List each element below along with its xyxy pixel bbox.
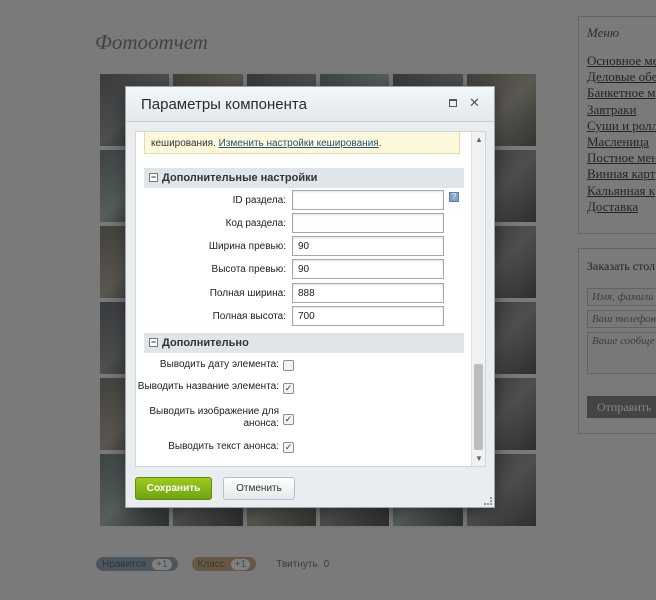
- dialog-footer: Сохранить Отменить: [126, 469, 494, 507]
- scroll-down-icon[interactable]: ▼: [475, 454, 483, 463]
- option-label: Выводить изображение для: [149, 406, 279, 417]
- field-label: Полная ширина:: [209, 288, 286, 299]
- cancel-button[interactable]: Отменить: [223, 477, 295, 500]
- cache-note-period: .: [378, 138, 382, 149]
- section-id-input[interactable]: [292, 190, 444, 210]
- full-height-input[interactable]: 700: [292, 306, 444, 326]
- field-label: ID раздела:: [232, 195, 286, 206]
- field-label: Ширина превью:: [208, 241, 286, 252]
- preview-height-input[interactable]: 90: [292, 259, 444, 279]
- field-label: Полная высота:: [212, 311, 286, 322]
- show-name-checkbox[interactable]: ✓: [283, 383, 294, 394]
- section-additional[interactable]: − Дополнительно: [144, 333, 464, 353]
- help-icon[interactable]: ?: [449, 192, 459, 202]
- close-icon[interactable]: ✕: [469, 95, 480, 111]
- show-date-checkbox[interactable]: [283, 360, 294, 371]
- cache-note-text: кеширования.: [151, 138, 216, 149]
- section-title: Дополнительно: [162, 337, 249, 349]
- collapse-icon[interactable]: −: [149, 338, 158, 347]
- body-scrollbar[interactable]: ▲ ▼: [471, 132, 485, 466]
- field-label: Код раздела:: [225, 218, 286, 229]
- option-label: Выводить дату элемента:: [159, 359, 279, 370]
- collapse-icon[interactable]: −: [149, 173, 158, 182]
- option-label: Выводить текст анонса:: [168, 441, 279, 452]
- dialog-header[interactable]: Параметры компонента ✕: [126, 87, 494, 122]
- show-preview-image-checkbox[interactable]: ✓: [283, 414, 294, 425]
- show-preview-text-checkbox[interactable]: ✓: [283, 442, 294, 453]
- maximize-icon[interactable]: [449, 99, 457, 107]
- section-additional-settings[interactable]: − Дополнительные настройки: [144, 168, 464, 188]
- full-width-input[interactable]: 888: [292, 283, 444, 303]
- section-code-input[interactable]: [292, 213, 444, 233]
- change-cache-settings-link[interactable]: Изменить настройки кеширования: [219, 138, 379, 149]
- scroll-thumb[interactable]: [474, 364, 483, 450]
- dialog-body[interactable]: кеширования. Изменить настройки кеширова…: [135, 131, 486, 467]
- cache-note: кеширования. Изменить настройки кеширова…: [144, 132, 460, 154]
- preview-width-input[interactable]: 90: [292, 236, 444, 256]
- scroll-up-icon[interactable]: ▲: [475, 135, 483, 144]
- dialog-title: Параметры компонента: [141, 96, 307, 113]
- field-label: Высота превью:: [211, 264, 286, 275]
- option-label: Выводить название элемента:: [137, 381, 279, 392]
- component-params-dialog: Параметры компонента ✕ кеширования. Изме…: [125, 86, 495, 508]
- option-label: анонса:: [243, 418, 279, 429]
- save-button[interactable]: Сохранить: [135, 477, 212, 500]
- section-title: Дополнительные настройки: [162, 172, 318, 184]
- resize-grip-icon[interactable]: [484, 497, 492, 505]
